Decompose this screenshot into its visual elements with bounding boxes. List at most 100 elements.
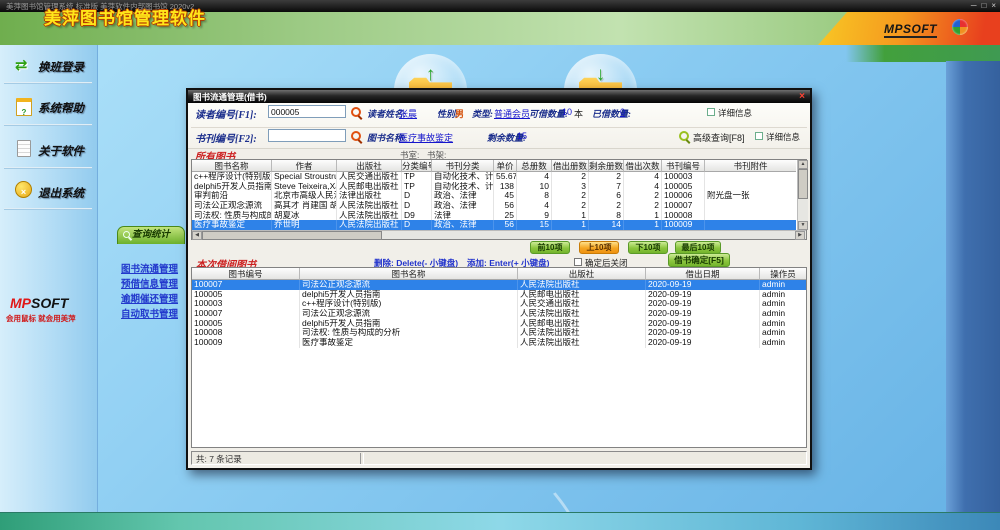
borrowed-count-link[interactable]: 0 <box>620 107 625 117</box>
cell: 人民法院出版社 <box>518 328 646 338</box>
tab-query-statistics[interactable]: 查询统计 <box>117 226 185 244</box>
column-header[interactable]: 分类编号 <box>402 160 432 172</box>
column-header[interactable]: 作者 <box>272 160 337 172</box>
cell: admin <box>760 309 806 319</box>
close-icon[interactable]: × <box>799 90 805 103</box>
column-header[interactable]: 操作员 <box>760 268 806 280</box>
cell: 100009 <box>662 220 705 230</box>
scroll-right-icon[interactable]: ▶ <box>795 231 805 240</box>
sidebar-item-label: 系统帮助 <box>38 100 84 116</box>
link-book-circulation[interactable]: 图书流通管理 <box>121 261 178 275</box>
column-header[interactable]: 图书编号 <box>192 268 300 280</box>
search-icon[interactable] <box>351 107 361 117</box>
cell: 人民交通出版社 <box>337 172 402 182</box>
cell: 2020-09-19 <box>646 319 760 329</box>
cell: TP <box>402 182 432 192</box>
sidebar-item-help[interactable]: ? 系统帮助 <box>0 93 97 123</box>
table-row[interactable]: delphi5开发人员指南Steve Teixeira,Xavi人民邮电出版社T… <box>192 182 796 192</box>
cell: 司法公正观念源流 <box>300 280 518 290</box>
member-type-link[interactable]: 普通会员 <box>494 107 530 120</box>
table-row[interactable]: c++程序设计(特别版)Special Stroustrup人民交通出版社TP自… <box>192 172 796 182</box>
cell: 高其才 肖建国 胡玉 <box>272 201 337 211</box>
column-header[interactable]: 书刊编号 <box>662 160 705 172</box>
first-10-button[interactable]: 前10项 <box>530 241 570 254</box>
detail-info-checkbox[interactable] <box>707 108 715 116</box>
table-row[interactable]: 100007司法公正观念源流人民法院出版社2020-09-19admin <box>192 309 806 319</box>
scroll-left-icon[interactable]: ◀ <box>192 231 202 240</box>
column-header[interactable]: 书刊分类 <box>432 160 494 172</box>
vertical-scrollbar[interactable]: ▲ ▼ <box>797 160 808 230</box>
advanced-search-icon[interactable] <box>679 131 689 141</box>
column-header[interactable]: 总册数 <box>517 160 552 172</box>
arrow-down-icon: ↓ <box>564 64 637 86</box>
cell: 2 <box>552 191 589 201</box>
sidebar-item-exit[interactable]: × 退出系统 <box>0 178 97 208</box>
cell: 1 <box>552 211 589 221</box>
cell: 2020-09-19 <box>646 290 760 300</box>
close-icon[interactable]: × <box>991 0 996 12</box>
cell: 司法权: 性质与构成的分析 <box>300 328 518 338</box>
cell: 司法公正观念源流 <box>192 201 272 211</box>
sidebar-item-shift-login[interactable]: ⇄ 换班登录 <box>0 52 97 82</box>
cell: 7 <box>589 182 624 192</box>
search-icon[interactable] <box>351 131 361 141</box>
detail-info-checkbox[interactable] <box>755 132 763 140</box>
column-header[interactable]: 单价 <box>494 160 517 172</box>
column-header[interactable]: 借出册数 <box>552 160 589 172</box>
table-row[interactable]: 100009医疗事故鉴定人民法院出版社2020-09-19admin <box>192 338 806 348</box>
column-header[interactable]: 图书名称 <box>300 268 518 280</box>
link-auto-fetch[interactable]: 自动取书管理 <box>121 306 178 320</box>
column-header[interactable]: 书刊附件 <box>705 160 796 172</box>
cell: 2 <box>624 191 662 201</box>
table-row[interactable]: 司法权: 性质与构成的分析胡夏冰人民法院出版社D9法律259181100008 <box>192 211 796 221</box>
table-row-selected[interactable]: 100007司法公正观念源流人民法院出版社2020-09-19admin <box>192 280 806 290</box>
cell: 2 <box>624 201 662 211</box>
table-row[interactable]: 审判前沿北京市高级人民法院法律出版社D政治、法律458262100006附光盘一… <box>192 191 796 201</box>
column-header[interactable]: 出版社 <box>518 268 646 280</box>
table-row[interactable]: 100005delphi5开发人员指南人民邮电出版社2020-09-19admi… <box>192 319 806 329</box>
next-10-button[interactable]: 下10项 <box>628 241 668 254</box>
brand-orb-icon <box>952 19 968 35</box>
scrollbar-thumb[interactable] <box>202 231 382 240</box>
prev-10-button[interactable]: 上10项 <box>579 241 619 254</box>
table-row[interactable]: 司法公正观念源流高其才 肖建国 胡玉人民法院出版社D政治、法律564222100… <box>192 201 796 211</box>
cell: delphi5开发人员指南 <box>192 182 272 192</box>
cell: 人民交通出版社 <box>518 299 646 309</box>
table-row[interactable]: 100005delphi5开发人员指南人民邮电出版社2020-09-19admi… <box>192 290 806 300</box>
reader-id-input[interactable] <box>268 105 346 118</box>
column-header[interactable]: 出版社 <box>337 160 402 172</box>
scrollbar-thumb[interactable] <box>798 169 808 199</box>
column-header[interactable]: 图书名称 <box>192 160 272 172</box>
link-prebook-info[interactable]: 预借信息管理 <box>121 276 178 290</box>
borrow-confirm-button[interactable]: 借书确定[F5] <box>668 253 730 267</box>
table-row-selected[interactable]: 医疗事故鉴定乔世明人民法院出版社D政治、法律56151141100009 <box>192 220 796 230</box>
minimize-icon[interactable]: ─ <box>971 0 977 12</box>
scroll-up-icon[interactable]: ▲ <box>798 160 808 169</box>
cell: 100007 <box>192 309 300 319</box>
cell: delphi5开发人员指南 <box>300 290 518 300</box>
column-header[interactable]: 剩余册数 <box>589 160 624 172</box>
column-header[interactable]: 借出日期 <box>646 268 760 280</box>
divider <box>360 453 364 464</box>
horizontal-scrollbar[interactable]: ◀ ▶ <box>192 230 806 239</box>
column-header[interactable]: 借出次数 <box>624 160 662 172</box>
cell: 4 <box>517 172 552 182</box>
header-green-strip <box>846 45 1000 62</box>
cell: 乔世明 <box>272 220 337 230</box>
table-row[interactable]: 100003c++程序设计(特别版)人民交通出版社2020-09-19admin <box>192 299 806 309</box>
sidebar-item-about[interactable]: 关于软件 <box>0 136 97 166</box>
cell: c++程序设计(特别版) <box>192 172 272 182</box>
book-name-link[interactable]: 医疗事故鉴定 <box>399 131 453 144</box>
table-row[interactable]: 100008司法权: 性质与构成的分析人民法院出版社2020-09-19admi… <box>192 328 806 338</box>
dialog-title: 图书流通管理(借书) <box>193 91 267 103</box>
restore-icon[interactable]: □ <box>981 0 986 12</box>
close-after-confirm-checkbox[interactable] <box>574 258 582 266</box>
book-id-input[interactable] <box>268 129 346 142</box>
app-title: 美萍图书馆管理软件 <box>44 4 206 29</box>
link-overdue-recall[interactable]: 逾期催还管理 <box>121 291 178 305</box>
advanced-query-button[interactable]: 高级查询[F8] <box>693 131 745 144</box>
scroll-down-icon[interactable]: ▼ <box>798 221 808 230</box>
cell: 医疗事故鉴定 <box>192 220 272 230</box>
header-brand-area: MPSOFT <box>818 12 1000 45</box>
reader-name-link[interactable]: 张晨 <box>399 107 417 120</box>
